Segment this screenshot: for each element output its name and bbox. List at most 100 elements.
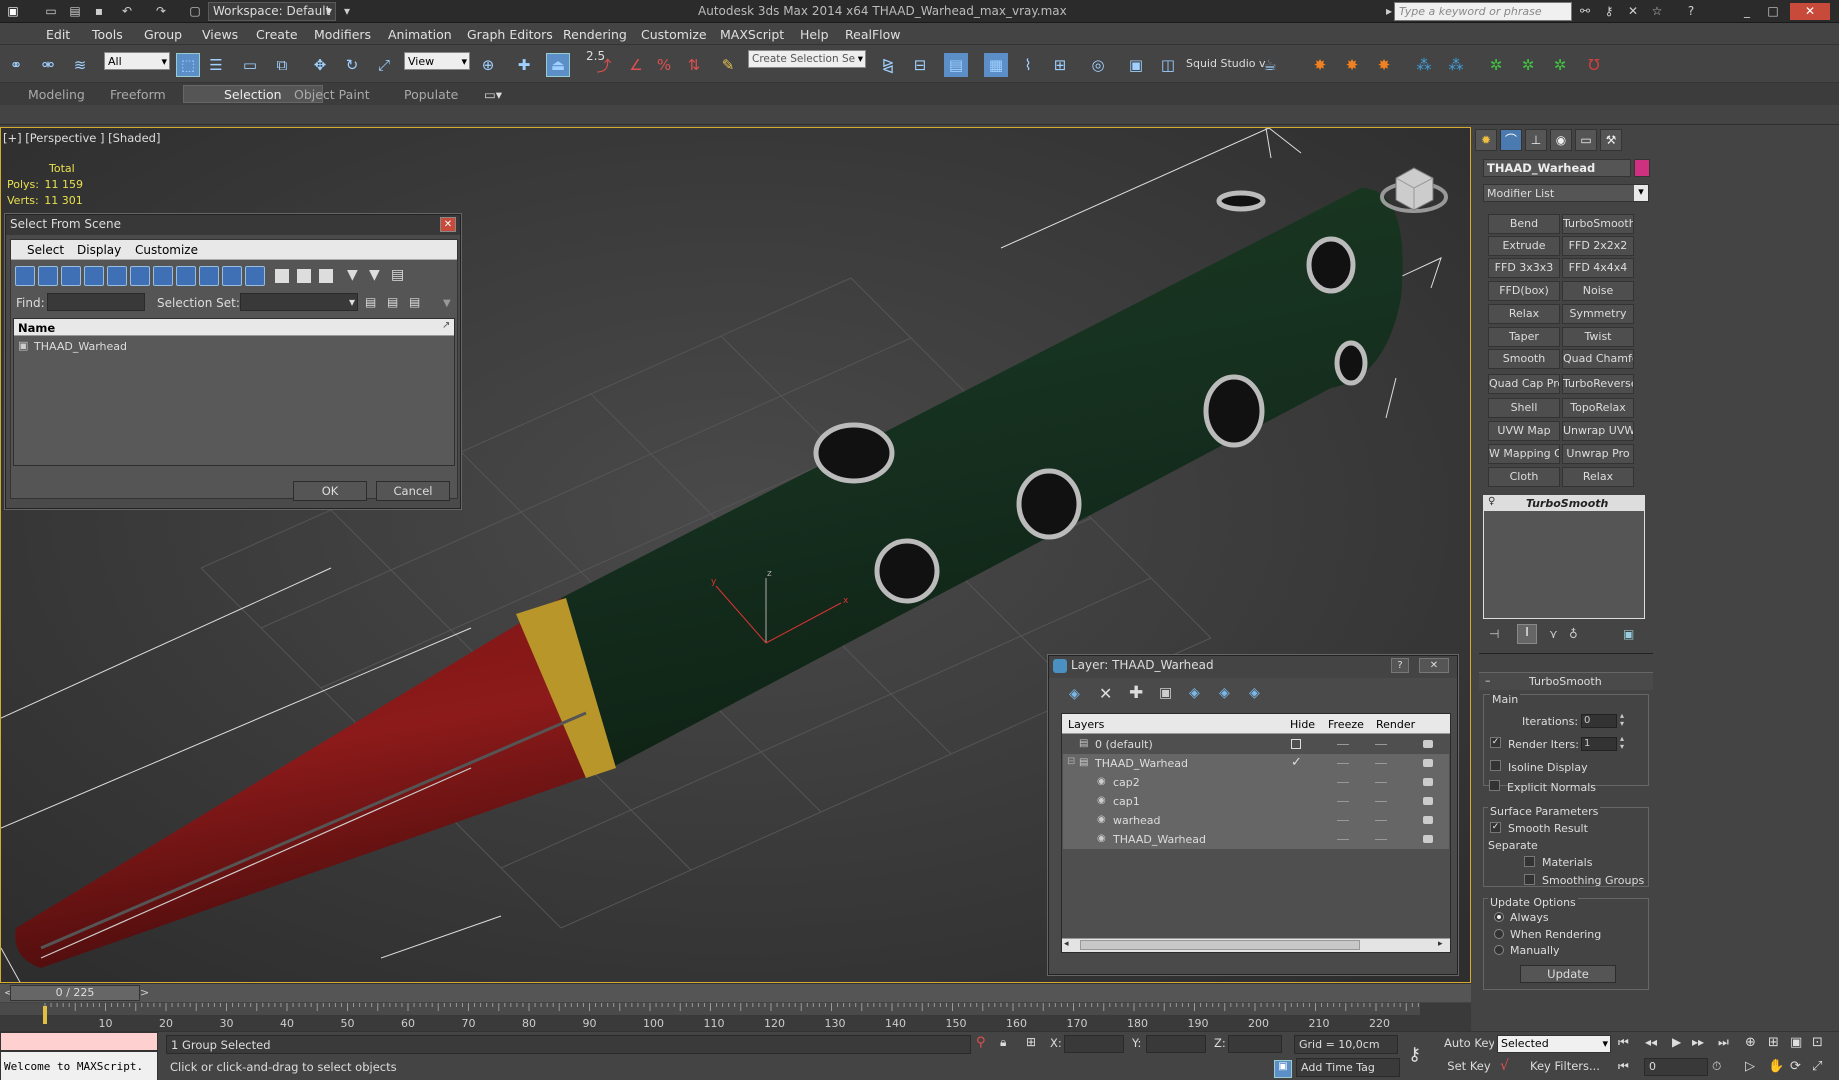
move-icon[interactable]: ✥ — [308, 53, 332, 77]
modifier-button[interactable]: Shell — [1488, 398, 1560, 418]
add-to-layer-icon[interactable]: ✚ — [1129, 683, 1143, 703]
layer-row[interactable]: ▤ 0 (default) — [1063, 735, 1449, 754]
spinner-snap-icon[interactable]: ⇅ — [682, 53, 706, 77]
scroll-left-icon[interactable]: ◂ — [1064, 939, 1069, 949]
modifier-button[interactable]: Unwrap UVW — [1562, 421, 1634, 441]
time-slider[interactable]: < 0 / 225 > — [0, 983, 1471, 1002]
highlight-layer-icon[interactable]: ◈ — [1189, 685, 1200, 701]
layer-row[interactable]: ⊟ ▤ THAAD_Warhead ✓ — [1063, 754, 1449, 773]
hide-toggle[interactable] — [1337, 801, 1349, 802]
display-spacewarps-icon[interactable] — [130, 266, 150, 286]
new-icon[interactable]: ▭ — [42, 3, 60, 20]
motion-panel-icon[interactable]: ◉ — [1550, 129, 1572, 151]
selection-set-dropdown[interactable]: ▾ — [240, 293, 358, 311]
go-to-end-icon[interactable]: ⏭ — [1718, 1035, 1729, 1050]
rollout-header[interactable]: – TurboSmooth — [1479, 672, 1653, 690]
hierarchy-panel-icon[interactable]: ⊥ — [1525, 129, 1547, 151]
modifier-button[interactable]: Quad Cap Pro — [1488, 374, 1560, 394]
particle-icon-3[interactable]: ✲ — [1548, 53, 1572, 77]
render-toggle[interactable] — [1423, 816, 1433, 824]
display-groups-icon[interactable] — [153, 266, 173, 286]
zoom-extents-all-icon[interactable]: ⊡ — [1812, 1035, 1823, 1050]
star-icon[interactable]: ☆ — [1648, 3, 1666, 20]
create-panel-icon[interactable]: ✹ — [1475, 129, 1497, 151]
maximize-icon[interactable]: □ — [1764, 3, 1782, 20]
scroll-thumb[interactable] — [1080, 940, 1360, 950]
menu-modifiers[interactable]: Modifiers — [314, 27, 371, 42]
y-coord-field[interactable] — [1146, 1035, 1206, 1053]
layer-row[interactable]: ◉ warhead — [1063, 811, 1449, 830]
menu-edit[interactable]: Edit — [46, 27, 70, 42]
add-time-tag-field[interactable]: Add Time Tag — [1296, 1058, 1400, 1077]
render-toggle[interactable] — [1423, 759, 1433, 767]
modifier-list-dropdown[interactable]: Modifier List ▾ — [1483, 184, 1649, 202]
rect-selection-icon[interactable]: ▭ — [238, 53, 262, 77]
spinner-arrows-icon[interactable]: ▴ ▾ — [1620, 712, 1624, 728]
freeze-toggle[interactable] — [1375, 782, 1387, 783]
display-containers-icon[interactable] — [222, 266, 242, 286]
selection-filter-dropdown[interactable]: All ▾ — [104, 52, 170, 70]
display-helpers-icon[interactable] — [107, 266, 127, 286]
close-icon[interactable]: ✕ — [440, 217, 456, 232]
column-name[interactable]: Name — [18, 321, 55, 335]
select-none-icon[interactable] — [297, 269, 311, 283]
current-frame-field[interactable]: 0 — [1644, 1058, 1708, 1076]
window-crossing-icon[interactable]: ⧉ — [270, 53, 294, 77]
column-render[interactable]: Render — [1376, 718, 1415, 731]
spinner-arrows-icon[interactable]: ▴ ▾ — [1620, 735, 1624, 751]
update-button[interactable]: Update — [1520, 965, 1616, 983]
cancel-button[interactable]: Cancel — [376, 481, 450, 501]
utilities-panel-icon[interactable]: ⚒ — [1600, 129, 1622, 151]
hide-toggle[interactable] — [1337, 820, 1349, 821]
key-mode-toggle-icon[interactable]: ⏮ — [1618, 1059, 1629, 1074]
menu-rendering[interactable]: Rendering — [563, 27, 627, 42]
app-icon[interactable]: ▣ — [4, 3, 22, 20]
zoom-extents-icon[interactable]: ▣ — [1790, 1035, 1802, 1050]
modifier-button[interactable]: FFD 2x2x2 — [1562, 236, 1634, 256]
fume-icon-1[interactable]: ✸ — [1308, 53, 1332, 77]
help-icon[interactable]: ? — [1682, 3, 1700, 20]
particle-icon-2[interactable]: ✲ — [1516, 53, 1540, 77]
tab-freeform[interactable]: Freeform — [110, 87, 166, 102]
modifier-stack[interactable]: ♀ TurboSmooth — [1483, 495, 1645, 619]
set-key-button[interactable]: Set Key — [1444, 1058, 1494, 1077]
scale-icon[interactable]: ⤢ — [372, 53, 396, 77]
menu-help[interactable]: Help — [800, 27, 829, 42]
modifier-button[interactable]: Relax — [1562, 467, 1634, 487]
freeze-toggle[interactable] — [1375, 801, 1387, 802]
object-name-field[interactable]: THAAD_Warhead — [1483, 159, 1631, 177]
undo-icon[interactable]: ↶ — [118, 3, 136, 20]
render-toggle[interactable] — [1423, 835, 1433, 843]
modifier-button[interactable]: TurboSmooth — [1562, 214, 1634, 234]
ribbon-options-icon[interactable]: ▭▾ — [484, 87, 502, 102]
set-create-icon[interactable]: ▤ — [365, 295, 376, 309]
smooth-result-checkbox[interactable]: ✓ — [1490, 822, 1501, 833]
particle-icon-1[interactable]: ✲ — [1484, 53, 1508, 77]
auto-key-button[interactable]: Auto Key — [1444, 1035, 1494, 1054]
create-layer-icon[interactable]: ◈ — [1069, 686, 1080, 702]
pin-stack-icon[interactable]: ⊣ — [1489, 627, 1499, 641]
collapse-icon[interactable]: ⊟ — [1067, 756, 1075, 767]
select-manipulate-icon[interactable]: ✚ — [512, 53, 536, 77]
select-all-icon[interactable] — [275, 269, 289, 283]
modifier-button[interactable]: Smooth — [1488, 349, 1560, 369]
layer-row[interactable]: ◉ cap2 — [1063, 773, 1449, 792]
percent-snap-icon[interactable]: % — [652, 53, 676, 77]
lock-icon[interactable]: 🔒︎ — [1000, 1035, 1006, 1050]
modifier-button[interactable]: FFD(box) — [1488, 281, 1560, 301]
named-selection-dropdown[interactable]: Create Selection Se ▾ — [748, 50, 866, 68]
pan-icon[interactable]: ✋ — [1768, 1059, 1784, 1074]
hide-toggle[interactable] — [1337, 763, 1349, 764]
absolute-mode-icon[interactable]: ⊞ — [1026, 1035, 1036, 1049]
key-filters-button[interactable]: Key Filters... — [1520, 1058, 1610, 1077]
find-input[interactable] — [47, 293, 145, 311]
chevron-down-icon[interactable]: ▾ — [338, 3, 356, 20]
render-setup-icon[interactable]: ▣ — [1124, 53, 1148, 77]
column-layers[interactable]: Layers — [1068, 718, 1104, 731]
modify-panel-icon[interactable]: ⌒ — [1500, 129, 1522, 151]
isoline-checkbox[interactable] — [1490, 760, 1501, 771]
select-invert-icon[interactable] — [319, 269, 333, 283]
bind-space-warp-icon[interactable]: ≋ — [68, 53, 92, 77]
menu-maxscript[interactable]: MAXScript — [720, 27, 784, 42]
hide-toggle[interactable] — [1337, 782, 1349, 783]
